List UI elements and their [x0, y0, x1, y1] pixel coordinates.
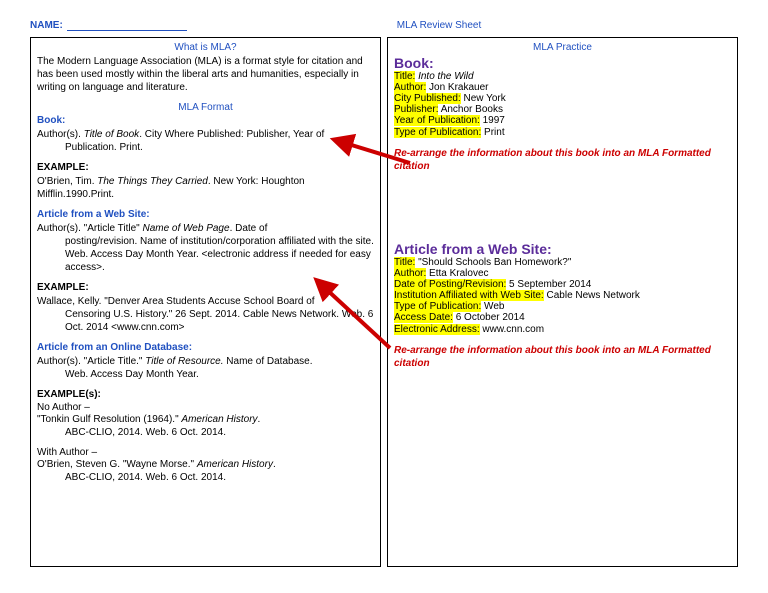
label: Electronic Address: [394, 324, 480, 335]
web-author-row: Author: Etta Kralovec [394, 268, 731, 279]
book-type-row: Type of Publication: Print [394, 126, 731, 139]
left-column: What is MLA? The Modern Language Associa… [30, 37, 381, 567]
book-city-row: City Published: New York [394, 93, 731, 104]
text: Publication. Print. [37, 141, 374, 154]
instruction-web: Re-arrange the information about this bo… [394, 344, 731, 370]
text-italic: Title of Resource. [145, 356, 223, 367]
db-pattern: Author(s). "Article Title." Title of Res… [37, 355, 374, 381]
text: Mifflin.1990.Print. [37, 188, 374, 201]
label: Year of Publication: [394, 115, 480, 126]
web-addr-row: Electronic Address: www.cnn.com [394, 323, 731, 336]
text: ABC-CLIO, 2014. Web. 6 Oct. 2014. [37, 426, 374, 439]
text: Name of Database. [224, 356, 313, 367]
name-input-line[interactable] [67, 20, 187, 31]
what-is-mla-head: What is MLA? [37, 42, 374, 53]
text: Wallace, Kelly. "Denver Area Students Ac… [37, 295, 374, 308]
web-type-row: Type of Publication: Web [394, 301, 731, 312]
web-access-row: Access Date: 6 October 2014 [394, 312, 731, 323]
text: Censoring U.S. History." 26 Sept. 2014. … [37, 308, 374, 334]
text: O'Brien, Steven G. "Wayne Morse." [37, 459, 197, 470]
label: Type of Publication: [394, 127, 481, 138]
label: Title: [394, 257, 415, 268]
practice-web-head: Article from a Web Site: [394, 241, 731, 257]
label: Publisher: [394, 104, 438, 115]
no-author-label: No Author – [37, 402, 374, 413]
db-example-withauthor: O'Brien, Steven G. "Wayne Morse." Americ… [37, 458, 374, 484]
value: Print [481, 127, 504, 138]
text: . [258, 414, 261, 425]
web-example: Wallace, Kelly. "Denver Area Students Ac… [37, 295, 374, 334]
db-head: Article from an Online Database: [37, 342, 374, 353]
with-author-label: With Author – [37, 447, 374, 458]
mla-practice-head: MLA Practice [394, 42, 731, 53]
instruction-book: Re-arrange the information about this bo… [394, 147, 731, 173]
text: Author(s). "Article Title." [37, 356, 145, 367]
text: "Tonkin Gulf Resolution (1964)." [37, 414, 181, 425]
text-italic: American History [197, 459, 273, 470]
text: . Date of [230, 223, 268, 234]
value: Jon Krakauer [426, 82, 488, 93]
columns: What is MLA? The Modern Language Associa… [30, 37, 738, 567]
label: City Published: [394, 93, 461, 104]
label: Institution Affiliated with Web Site: [394, 290, 544, 301]
text: ABC-CLIO, 2014. Web. 6 Oct. 2014. [37, 471, 374, 484]
example-head: EXAMPLE: [37, 162, 374, 173]
mla-format-head: MLA Format [37, 102, 374, 113]
label: Access Date: [394, 312, 453, 323]
book-publisher-row: Publisher: Anchor Books [394, 104, 731, 115]
page-title: MLA Review Sheet [397, 20, 482, 31]
value: Anchor Books [438, 104, 502, 115]
label: Author: [394, 268, 426, 279]
book-year-row: Year of Publication: 1997 [394, 115, 731, 126]
book-example: O'Brien, Tim. The Things They Carried. N… [37, 175, 374, 201]
label: Author: [394, 82, 426, 93]
value: Cable News Network [544, 290, 640, 301]
web-date-row: Date of Posting/Revision: 5 September 20… [394, 279, 731, 290]
web-inst-row: Institution Affiliated with Web Site: Ca… [394, 290, 731, 301]
text-italic: American History [181, 414, 257, 425]
value: Etta Kralovec [426, 268, 488, 279]
web-head: Article from a Web Site: [37, 209, 374, 220]
label: Title: [394, 71, 415, 82]
text: Author(s). "Article Title" [37, 223, 142, 234]
book-title-row: Title: Into the Wild [394, 71, 731, 82]
examples-head: EXAMPLE(s): [37, 389, 374, 400]
book-pattern: Author(s). Title of Book. City Where Pub… [37, 128, 374, 154]
db-example-noauthor: "Tonkin Gulf Resolution (1964)." America… [37, 413, 374, 439]
value: Web [481, 301, 504, 312]
web-pattern: Author(s). "Article Title" Name of Web P… [37, 222, 374, 274]
name-label: NAME: [30, 20, 63, 31]
book-head: Book: [37, 115, 374, 126]
label: Date of Posting/Revision: [394, 279, 506, 290]
text: . City Where Published: Publisher, Year … [139, 129, 324, 140]
label: Type of Publication: [394, 301, 481, 312]
text: posting/revision. Name of institution/co… [37, 235, 374, 274]
text-italic: The Things They Carried [97, 176, 208, 187]
text: Author(s). [37, 129, 84, 140]
value: New York [461, 93, 506, 104]
practice-book-head: Book: [394, 55, 731, 71]
book-author-row: Author: Jon Krakauer [394, 82, 731, 93]
text-italic: Name of Web Page [142, 223, 229, 234]
value: 1997 [480, 115, 505, 126]
right-column: MLA Practice Book: Title: Into the Wild … [387, 37, 738, 567]
text-italic: Title of Book [84, 129, 140, 140]
text: O'Brien, Tim. [37, 176, 97, 187]
value: 5 September 2014 [506, 279, 591, 290]
value: "Should Schools Ban Homework?" [415, 257, 571, 268]
example-head: EXAMPLE: [37, 282, 374, 293]
web-title-row: Title: "Should Schools Ban Homework?" [394, 257, 731, 268]
value: 6 October 2014 [453, 312, 525, 323]
text: . New York: Houghton [208, 176, 305, 187]
value: Into the Wild [418, 71, 474, 82]
text: . [273, 459, 276, 470]
mla-intro: The Modern Language Association (MLA) is… [37, 55, 374, 94]
value: www.cnn.com [480, 324, 544, 335]
text: Web. Access Day Month Year. [37, 368, 374, 381]
header: NAME: MLA Review Sheet [30, 20, 738, 31]
